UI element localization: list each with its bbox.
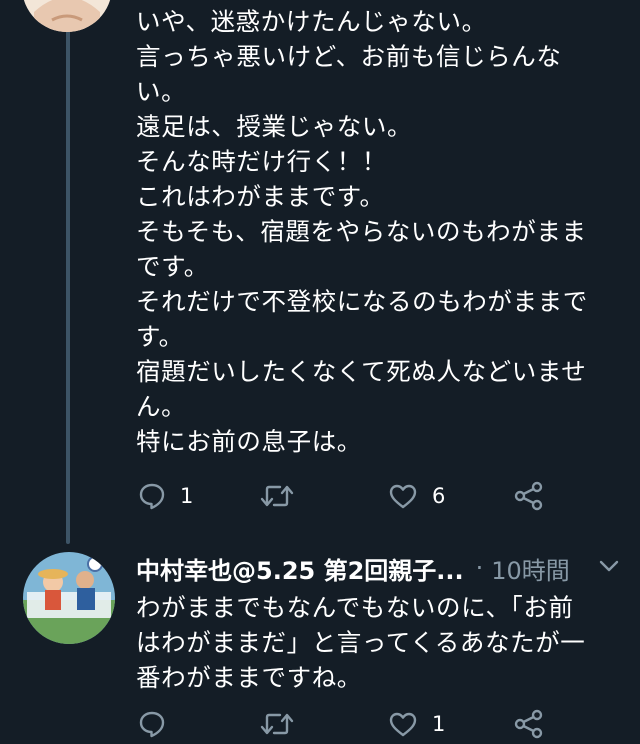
tweet-line: 遠足は、授業じゃない。 [136,112,413,141]
like-button[interactable]: 1 [388,704,445,744]
share-button[interactable] [514,476,544,516]
avatar[interactable] [22,0,112,32]
tweet-line: す。 [136,322,184,351]
share-button[interactable] [514,704,544,744]
tweet-line: 特にお前の息子は。 [136,427,362,456]
tweet-actions: 1 6 [136,476,606,516]
tweet-line: です。 [136,252,209,281]
tweet-actions: 1 [136,704,606,744]
tweet-line: それだけで不登校になるのもわがままで [136,287,588,316]
tweet-line: 宿題だいしたくなくて死ぬ人などいませ [136,357,587,386]
timestamp[interactable]: 10時間 [491,551,570,586]
like-count: 1 [432,712,446,736]
reply-icon [139,711,165,738]
tweet-line: はわがままだ」と言ってくるあなたが一 [136,628,586,657]
like-icon [389,712,417,737]
more-options-button[interactable] [598,558,620,578]
like-icon [389,484,417,509]
share-icon [514,481,543,511]
retweet-icon [260,485,294,507]
retweet-button[interactable] [260,476,294,516]
author-name[interactable]: 中村幸也@5.25 第2回親子... [136,551,464,586]
tweet-text: いや、迷惑かけたんじゃない。 言っちゃ悪いけど、お前も信じらんな い。 遠足は、… [136,4,622,459]
tweet-line: そもそも、宿題をやらないのもわがまま [136,217,587,246]
retweet-icon [260,713,294,735]
tweet-header: 中村幸也@5.25 第2回親子... · 10時間 [136,551,626,585]
thread-line [66,26,70,544]
tweet-line: そんな時だけ行く！！ [136,147,387,176]
tweet-line: ん。 [136,392,187,421]
like-count: 6 [432,484,446,508]
tweet-line: 番わがままですね。 [136,663,362,692]
tweet-line: い。 [136,77,187,106]
retweet-button[interactable] [260,704,294,744]
tweet-line: いや、迷惑かけたんじゃない。 [136,7,487,36]
avatar[interactable] [23,552,115,644]
tweet-line: これはわがままです。 [136,182,385,211]
separator: · [475,554,484,582]
reply-button[interactable] [138,704,166,744]
tweet-line: 言っちゃ悪いけど、お前も信じらんな [136,42,562,71]
reply-button[interactable]: 1 [138,476,193,516]
reply-count: 1 [180,484,194,508]
reply-icon [139,483,165,510]
like-button[interactable]: 6 [388,476,445,516]
tweet-line: わがままでもなんでもないのに、「お前 [136,593,574,622]
share-icon [514,709,543,739]
tweet-text: わがままでもなんでもないのに、「お前 はわがままだ」と言ってくるあなたが一 番わ… [136,590,622,695]
chevron-down-icon [599,560,619,572]
